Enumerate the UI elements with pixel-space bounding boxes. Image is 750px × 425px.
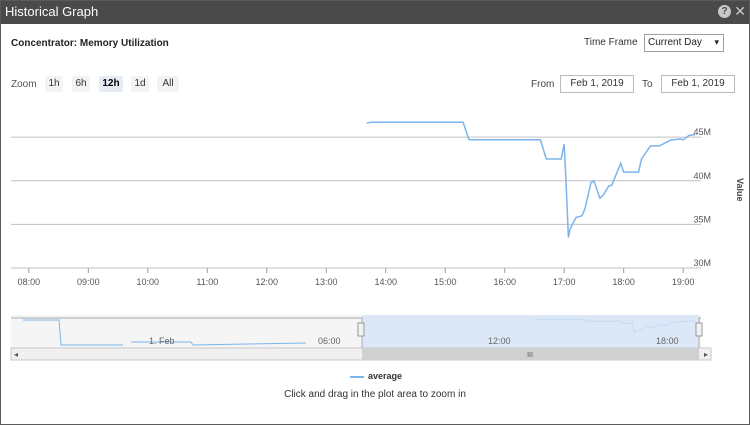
zoom-1d-button[interactable]: 1d: [131, 76, 149, 92]
navigator-selection[interactable]: [362, 315, 699, 348]
legend-item-average[interactable]: average: [350, 371, 402, 381]
y-tick-label: 40M: [693, 171, 711, 181]
x-tick-label: 19:00: [672, 277, 695, 287]
y-tick-label: 45M: [693, 127, 711, 137]
from-date-input[interactable]: Feb 1, 2019: [560, 75, 634, 93]
scroll-left-arrow-icon[interactable]: ◂: [14, 350, 18, 359]
title-bar[interactable]: Historical Graph ? ✕: [1, 1, 749, 24]
navigator-label-1200: 12:00: [488, 336, 511, 346]
y-tick-label: 30M: [693, 258, 711, 268]
historical-graph-dialog: Historical Graph ? ✕ Concentrator: Memor…: [0, 0, 750, 425]
dialog-title: Historical Graph: [5, 4, 99, 19]
x-tick-label: 10:00: [137, 277, 160, 287]
navigator[interactable]: 1. Feb 06:00 12:00 18:00 III ◂ ▸: [1, 315, 749, 363]
scrollbar-grip-icon: III: [527, 352, 533, 359]
navigator-left-handle[interactable]: [357, 322, 365, 337]
series-line-average[interactable]: [366, 121, 696, 238]
zoom-label: Zoom: [11, 79, 37, 90]
zoom-all-button[interactable]: All: [157, 76, 179, 92]
x-tick-label: 17:00: [553, 277, 576, 287]
navigator-label-1800: 18:00: [656, 336, 679, 346]
x-tick-label: 18:00: [612, 277, 635, 287]
x-tick-label: 16:00: [493, 277, 516, 287]
to-date-input[interactable]: Feb 1, 2019: [661, 75, 735, 93]
zoom-12h-button[interactable]: 12h: [99, 76, 123, 92]
x-tick-label: 11:00: [196, 277, 218, 287]
chart-title: Concentrator: Memory Utilization: [11, 38, 169, 49]
x-axis-ticks: 08:00 09:00 10:00 11:00 12:00 13:00 14:00 15:00…: [11, 267, 701, 287]
y-tick-label: 35M: [693, 214, 711, 224]
legend-label: average: [368, 371, 403, 381]
x-tick-label: 13:00: [315, 277, 338, 287]
time-frame-label: Time Frame: [584, 37, 638, 48]
scroll-right-arrow-icon[interactable]: ▸: [704, 350, 708, 359]
time-frame-value: Current Day: [648, 37, 702, 48]
zoom-hint-text: Click and drag in the plot area to zoom …: [284, 389, 466, 400]
navigator-label-feb: 1. Feb: [149, 336, 175, 346]
x-tick-label: 14:00: [374, 277, 397, 287]
time-frame-select[interactable]: Current Day ▾: [644, 34, 724, 52]
x-tick-label: 15:00: [434, 277, 457, 287]
y-axis-ticks: 30M 35M 40M 45M: [693, 127, 711, 268]
y-axis-label: Value: [735, 178, 745, 202]
grid-lines: [11, 136, 701, 269]
legend-swatch: [350, 375, 364, 378]
zoom-1h-button[interactable]: 1h: [45, 76, 63, 92]
x-tick-label: 08:00: [18, 277, 41, 287]
x-tick-label: 12:00: [256, 277, 279, 287]
zoom-6h-button[interactable]: 6h: [72, 76, 90, 92]
close-icon[interactable]: ✕: [734, 3, 746, 20]
navigator-right-handle[interactable]: [695, 322, 703, 337]
x-tick-label: 09:00: [77, 277, 100, 287]
question-circle-icon[interactable]: ?: [718, 5, 731, 18]
chevron-down-icon: ▾: [714, 37, 719, 47]
main-chart[interactable]: 30M 35M 40M 45M 08:00 09:00 10:00 11:00 12:00 13…: [1, 101, 749, 296]
from-label: From: [531, 79, 555, 90]
navigator-label-0600: 06:00: [318, 336, 341, 346]
to-label: To: [642, 79, 653, 90]
